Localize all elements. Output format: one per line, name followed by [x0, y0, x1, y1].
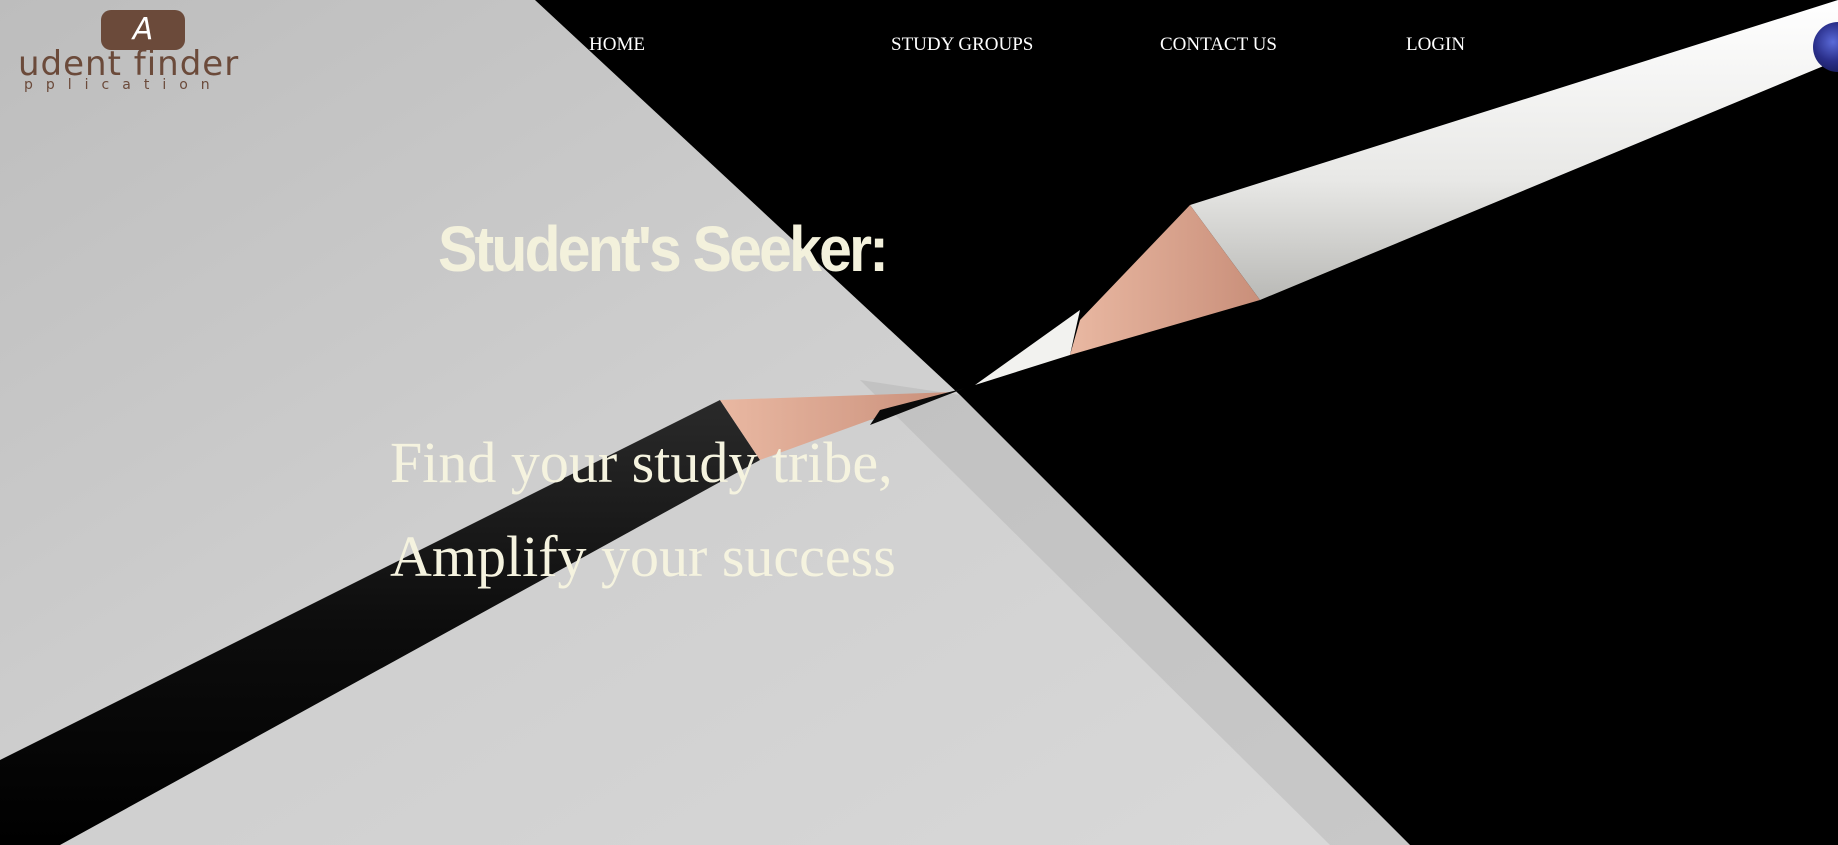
landing-page: A udent finder pplication HOME STUDY GRO… — [0, 0, 1838, 845]
logo-name: udent finder — [18, 44, 240, 84]
nav-link-study-groups[interactable]: STUDY GROUPS — [891, 34, 1033, 56]
hero-tagline-line1: Find your study tribe, — [390, 430, 893, 495]
hero-headline: Student's Seeker: — [438, 213, 889, 285]
hero-tagline-line2: Amplify your success — [390, 524, 896, 589]
logo-subtitle: pplication — [24, 77, 223, 93]
hero-background-image — [0, 0, 1838, 845]
nav-link-contact-us[interactable]: CONTACT US — [1160, 34, 1277, 56]
nav-link-login[interactable]: LOGIN — [1406, 34, 1465, 56]
site-logo[interactable]: A udent finder pplication — [16, 10, 316, 92]
nav-link-home[interactable]: HOME — [589, 34, 645, 56]
